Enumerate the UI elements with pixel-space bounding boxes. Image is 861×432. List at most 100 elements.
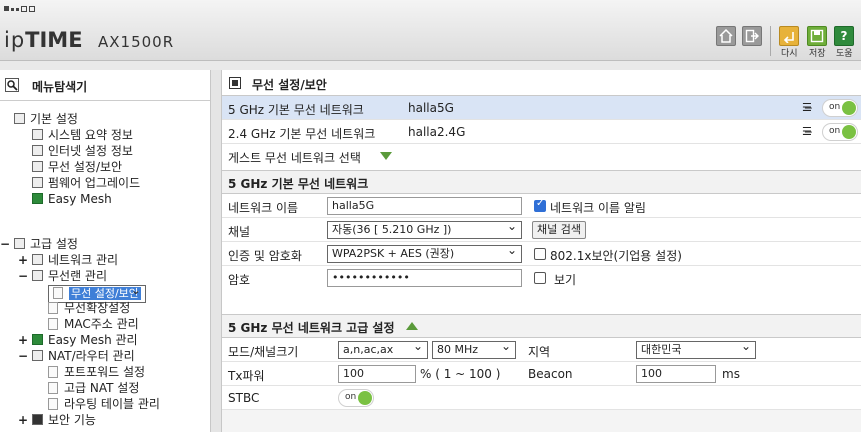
save-label: 저장 [809, 49, 826, 59]
help-button[interactable]: ? [834, 26, 854, 46]
broadcast-checkbox[interactable] [534, 198, 546, 212]
window-icon [229, 77, 241, 92]
mode-select[interactable]: a,n,ac,ax [338, 339, 428, 359]
tree-routing-table[interactable]: 라우팅 테이블 관리 [48, 397, 160, 412]
tree-network-mgmt[interactable]: + 네트워크 관리 [18, 253, 118, 268]
stbc-label: STBC [228, 391, 260, 405]
search-icon [5, 78, 19, 95]
enterprise-label: 802.1x보안(기업용 설정) [550, 249, 682, 263]
tx-power-input[interactable]: 100 [338, 365, 416, 383]
tree-port-forward[interactable]: 포트포워드 설정 [48, 365, 145, 380]
model-name: AX1500R [98, 33, 175, 51]
tree-nat-router[interactable]: − NAT/라우터 관리 [18, 349, 135, 364]
password-input[interactable]: •••••••••••• [327, 269, 522, 287]
tree-wlan-mgmt[interactable]: − 무선랜 관리 [18, 269, 107, 284]
show-password-label: 보기 [554, 273, 577, 287]
password-label: 암호 [228, 273, 251, 287]
tx-unit: % ( 1 ~ 100 ) [420, 367, 501, 381]
page-icon [48, 318, 58, 330]
network-icon [32, 254, 43, 265]
network-row-24g[interactable]: 2.4 GHz 기본 무선 네트워크 halla2.4G ☰̶ on [222, 120, 861, 144]
network-label: 5 GHz 기본 무선 네트워크 [228, 103, 364, 117]
expand-icon[interactable]: + [18, 413, 28, 428]
tree-firmware-upgrade[interactable]: 펌웨어 업그레이드 [32, 176, 140, 191]
refresh-button[interactable] [779, 26, 799, 46]
brand-logo: ipTIME [4, 28, 83, 52]
tree-mac-mgmt[interactable]: MAC주소 관리 [48, 317, 139, 332]
network-ssid: halla5G [408, 101, 454, 115]
monitor-icon [32, 145, 43, 156]
router-icon [32, 350, 43, 361]
wifi-settings-icon[interactable]: ☰̶ [802, 101, 812, 114]
collapse-icon[interactable]: − [0, 237, 10, 252]
mode-row: 모드/채널크기 a,n,ac,ax 80 MHz 지역 대한민국 [222, 338, 861, 362]
channel-scan-button[interactable]: 채널 검색 [532, 221, 586, 239]
save-button[interactable] [807, 26, 827, 46]
tree-wireless-basic[interactable]: 무선 설정/보안 [32, 160, 122, 175]
expand-down-icon[interactable] [380, 152, 392, 160]
region-select[interactable]: 대한민국 [636, 339, 756, 359]
tree-basic-settings[interactable]: 기본 설정 [14, 112, 78, 127]
tree-internet-info[interactable]: 인터넷 설정 정보 [32, 144, 133, 159]
channel-width-select[interactable]: 80 MHz [432, 339, 516, 359]
tree-system-summary[interactable]: 시스템 요약 정보 [32, 128, 133, 143]
collapse-up-icon[interactable] [406, 322, 418, 330]
menu-explorer-header: 메뉴탐색기 [0, 70, 210, 101]
wifi-icon [32, 161, 43, 172]
network-label: 2.4 GHz 기본 무선 네트워크 [228, 127, 376, 141]
adv-section-header[interactable]: 5 GHz 무선 네트워크 고급 설정 [222, 314, 861, 338]
beacon-input[interactable]: 100 [636, 365, 716, 383]
page-icon [53, 287, 63, 299]
splitter[interactable] [210, 70, 222, 432]
tree-easy-mesh[interactable]: Easy Mesh [32, 192, 112, 207]
network-row-5g[interactable]: 5 GHz 기본 무선 네트워크 halla5G ☰̶ on [222, 96, 861, 120]
adv-section-title: 5 GHz 무선 네트워크 고급 설정 [228, 321, 395, 335]
expand-icon[interactable]: + [18, 253, 28, 268]
collapse-icon[interactable]: − [18, 269, 28, 284]
header-bar: ipTIME AX1500R 다시 저장 ? 도움 [0, 0, 861, 61]
home-button[interactable] [716, 26, 736, 46]
tree-advanced-nat[interactable]: 고급 NAT 설정 [48, 381, 139, 396]
collapse-icon[interactable]: − [18, 349, 28, 364]
page-header: 무선 설정/보안 [222, 72, 861, 96]
page-icon [48, 398, 58, 410]
stbc-toggle[interactable]: on [338, 389, 374, 407]
logout-button[interactable] [742, 26, 762, 46]
expand-icon[interactable]: + [18, 333, 28, 348]
channel-select[interactable]: 자동(36 [ 5.210 GHz ]) [327, 219, 522, 239]
broadcast-label: 네트워크 이름 알림 [550, 201, 646, 215]
logout-icon [745, 29, 759, 43]
password-row: 암호 •••••••••••• 보기 [222, 266, 861, 290]
network-toggle[interactable]: on [822, 123, 858, 141]
brand-dots [4, 6, 35, 12]
region-label: 지역 [528, 345, 551, 359]
channel-label: 채널 [228, 225, 251, 239]
tree-advanced-settings[interactable]: − 고급 설정 [0, 237, 78, 252]
guest-network-row[interactable]: 게스트 무선 네트워크 선택 [222, 144, 861, 168]
basic-section-title: 5 GHz 기본 무선 네트워크 [228, 177, 369, 191]
tx-label: Tx파워 [228, 369, 265, 383]
tree-easymesh-mgmt[interactable]: + Easy Mesh 관리 [18, 333, 138, 348]
mesh-icon [32, 193, 43, 204]
question-icon: ? [840, 29, 848, 43]
channel-row: 채널 자동(36 [ 5.210 GHz ]) 채널 검색 [222, 218, 861, 242]
auth-row: 인증 및 암호화 WPA2PSK + AES (권장) 802.1x보안(기업용… [222, 242, 861, 266]
network-toggle[interactable]: on [822, 99, 858, 117]
menu-explorer-title: 메뉴탐색기 [32, 80, 88, 94]
auth-select[interactable]: WPA2PSK + AES (권장) [327, 243, 522, 263]
wifi-settings-icon[interactable]: ☰̶ [802, 125, 812, 138]
undo-icon [783, 32, 794, 43]
show-password-checkbox[interactable] [534, 272, 546, 284]
guest-network-label[interactable]: 게스트 무선 네트워크 선택 [228, 149, 361, 166]
mode-label: 모드/채널크기 [228, 345, 299, 359]
page-icon [48, 382, 58, 394]
help-label: 도움 [836, 49, 853, 59]
basic-section-header: 5 GHz 기본 무선 네트워크 [222, 170, 861, 194]
enterprise-checkbox[interactable] [534, 248, 546, 260]
network-name-input[interactable]: halla5G [327, 197, 522, 215]
tree-security[interactable]: + 보안 기능 [18, 413, 96, 428]
home-icon [719, 29, 733, 43]
mesh-icon [32, 334, 43, 345]
tree-wireless-extend[interactable]: 무선확장설정 [48, 301, 130, 316]
network-ssid: halla2.4G [408, 125, 466, 139]
